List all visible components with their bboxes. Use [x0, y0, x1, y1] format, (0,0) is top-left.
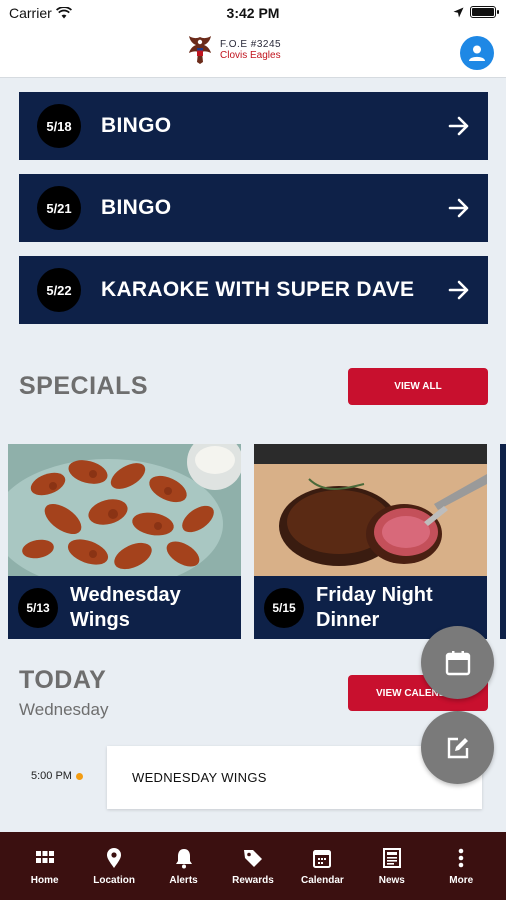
compose-fab-button[interactable] [421, 711, 494, 784]
special-date: 5/15 [264, 587, 304, 628]
tab-label: Location [93, 874, 135, 886]
event-row[interactable]: 5/22 KARAOKE WITH SUPER DAVE [19, 256, 488, 324]
calendar-icon [313, 849, 332, 868]
logo-line-2: Clovis Eagles [220, 50, 281, 61]
event-title: KARAOKE WITH SUPER DAVE [101, 278, 415, 301]
event-date: 5/22 [37, 268, 81, 312]
special-title-line-1: Friday Night [316, 583, 433, 606]
user-icon [469, 45, 485, 61]
arrow-right-icon [448, 116, 469, 136]
arrow-right-icon [448, 198, 469, 218]
special-date: 5/13 [18, 587, 58, 628]
logo-line-1: F.O.E #3245 [220, 39, 282, 50]
tab-label: Calendar [300, 874, 344, 886]
map-pin-icon [107, 847, 122, 868]
arrow-right-icon [448, 280, 469, 300]
event-date: 5/21 [37, 186, 81, 230]
tab-calendar[interactable]: Calendar [290, 847, 354, 886]
status-time: 3:42 PM [226, 5, 280, 21]
newspaper-icon [382, 847, 401, 868]
time-text: 5:00 PM [31, 770, 72, 782]
special-title-line-2: Wings [70, 608, 130, 631]
tab-label: More [449, 874, 474, 886]
special-card[interactable]: 5/15 Friday Night Dinner [254, 444, 487, 639]
tab-bar: Home Location Alerts Rewards Calendar Ne… [0, 832, 506, 900]
special-card-peek[interactable] [500, 444, 506, 639]
tab-more[interactable]: More [429, 847, 493, 886]
today-item-time: 5:00 PM [31, 770, 83, 782]
event-row[interactable]: 5/21 BINGO [19, 174, 488, 242]
status-right [453, 6, 499, 18]
status-dot [75, 772, 83, 780]
logo: F.O.E #3245 Clovis Eagles [186, 34, 281, 66]
eagle-logo-icon [189, 36, 211, 64]
logo-text: F.O.E #3245 Clovis Eagles [220, 39, 281, 61]
bell-icon [175, 848, 192, 868]
status-bar: Carrier 3:42 PM [0, 0, 506, 28]
tag-icon [243, 849, 262, 867]
edit-icon [447, 737, 468, 758]
location-arrow-icon [453, 7, 464, 17]
tab-label: News [378, 874, 405, 886]
battery-icon [470, 6, 499, 18]
specials-title: SPECIALS [19, 372, 149, 400]
special-title-line-1: Wednesday [70, 583, 181, 606]
special-title: Friday Night Dinner [316, 583, 433, 633]
more-vertical-icon [458, 848, 464, 867]
home-grid-icon [35, 850, 54, 863]
tab-label: Rewards [232, 874, 274, 886]
special-title-line-2: Dinner [316, 608, 380, 631]
tab-news[interactable]: News [360, 847, 424, 886]
event-title: BINGO [101, 114, 172, 137]
steak-image [254, 444, 487, 576]
app-header: F.O.E #3245 Clovis Eagles [0, 28, 506, 78]
special-title: Wednesday Wings [70, 583, 181, 633]
tab-rewards[interactable]: Rewards [221, 847, 285, 886]
today-item-title: WEDNESDAY WINGS [132, 770, 267, 785]
today-title: TODAY [19, 666, 107, 694]
view-all-button[interactable]: VIEW ALL [348, 368, 488, 405]
profile-button[interactable] [460, 36, 494, 70]
calendar-fab-button[interactable] [421, 626, 494, 699]
special-card[interactable]: 5/13 Wednesday Wings [8, 444, 241, 639]
event-title: BINGO [101, 196, 172, 219]
tab-label: Home [30, 874, 59, 886]
event-date: 5/18 [37, 104, 81, 148]
wings-image [8, 444, 241, 576]
special-card-footer: 5/13 Wednesday Wings [8, 576, 241, 639]
event-row[interactable]: 5/18 BINGO [19, 92, 488, 160]
calendar-icon [445, 650, 470, 675]
tab-home[interactable]: Home [13, 847, 77, 886]
tab-label: Alerts [169, 874, 198, 886]
today-day: Wednesday [19, 700, 109, 719]
tab-location[interactable]: Location [82, 847, 146, 886]
tab-alerts[interactable]: Alerts [152, 847, 216, 886]
